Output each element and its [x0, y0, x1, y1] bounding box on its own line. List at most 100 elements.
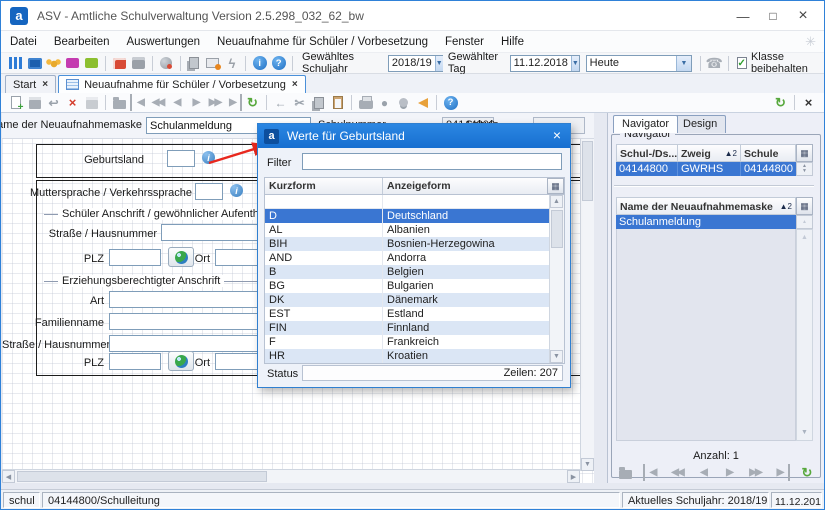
tab-navigator[interactable]: Navigator — [613, 115, 678, 133]
reload-module-icon[interactable]: ↻ — [772, 94, 789, 111]
table-row[interactable]: HRKroatien — [265, 349, 549, 363]
menu-auswertungen[interactable]: Auswertungen — [126, 36, 200, 48]
chevron-down-icon[interactable]: ▼ — [676, 56, 691, 71]
table-row-selected[interactable]: DDeutschland — [265, 209, 549, 223]
column-header-schul-ds[interactable]: Schul-/Ds...▲1 — [616, 144, 678, 162]
table-row[interactable]: BGBulgarien — [265, 279, 549, 293]
table-row[interactable]: DKDänemark — [265, 293, 549, 307]
form-vertical-scrollbar[interactable]: ▼ — [580, 139, 594, 471]
phone-icon[interactable]: ☎ — [706, 55, 723, 72]
classes-module-icon[interactable] — [26, 55, 43, 72]
help-toolbar-icon[interactable]: ? — [270, 55, 287, 72]
geburtsland-input[interactable] — [167, 150, 195, 167]
table-row[interactable] — [265, 195, 549, 209]
column-header-maskname[interactable]: Name der Neuaufnahmemaske▲2 — [616, 197, 796, 215]
scroll-down-icon[interactable]: ▼ — [798, 426, 811, 439]
refresh-icon[interactable]: ↻ — [244, 94, 261, 111]
table-row[interactable]: BBelgien — [265, 265, 549, 279]
day-mode-select[interactable]: Heute ▼ — [586, 55, 692, 72]
form-horizontal-scrollbar[interactable]: ◀ ▶ — [2, 469, 580, 483]
close-tab-icon[interactable]: × — [292, 79, 298, 90]
column-header-schule[interactable]: Schule — [741, 144, 796, 162]
paste-icon[interactable] — [329, 94, 346, 111]
menu-fenster[interactable]: Fenster — [445, 36, 484, 48]
students-module-icon[interactable] — [7, 55, 24, 72]
column-header-anzeigeform[interactable]: Anzeigeform — [383, 178, 547, 194]
delete-record-icon[interactable]: × — [64, 94, 81, 111]
keep-class-checkbox[interactable]: ✓ Klasse beibehalten — [737, 51, 824, 75]
tab-start[interactable]: Start × — [5, 75, 56, 93]
copy-window-icon[interactable] — [185, 55, 202, 72]
close-tab-icon[interactable]: × — [42, 79, 48, 90]
record-indicator-icon[interactable]: ● — [376, 94, 393, 111]
folder-icon[interactable] — [617, 464, 634, 481]
next-record-icon[interactable]: ▶ — [721, 464, 738, 481]
fast-back-icon[interactable]: ◀◀ — [669, 464, 686, 481]
save-all-icon[interactable] — [83, 94, 100, 111]
back-navigation-icon[interactable]: ← — [272, 94, 289, 111]
menu-hilfe[interactable]: Hilfe — [501, 36, 524, 48]
close-pane-icon[interactable]: × — [800, 94, 817, 111]
scroll-left-icon[interactable]: ◀ — [2, 470, 15, 483]
minimize-button[interactable]: — — [728, 1, 758, 31]
table-row[interactable]: FINFinnland — [265, 321, 549, 335]
chevron-down-icon[interactable]: ▼ — [571, 56, 579, 71]
geburtsland-info-icon[interactable]: i — [202, 151, 215, 164]
day-select[interactable]: 11.12.2018 ▼ — [510, 55, 580, 72]
print-icon[interactable] — [357, 94, 374, 111]
globe-sync-icon[interactable] — [158, 55, 175, 72]
announcement-icon[interactable] — [414, 94, 431, 111]
column-header-zweig[interactable]: Zweig▲2 — [678, 144, 741, 162]
report-module-icon[interactable] — [111, 55, 128, 72]
table-row[interactable]: ESTEstland — [265, 307, 549, 321]
scroll-up-icon[interactable]: ▲ — [798, 231, 811, 244]
column-settings-button[interactable]: ▦ — [796, 197, 813, 215]
next-record-icon[interactable]: ▶ — [187, 94, 204, 111]
table-scroll-spinner[interactable]: ▲ — [796, 215, 813, 229]
chat-module-icon[interactable] — [83, 55, 100, 72]
cut-icon[interactable]: ✂ — [291, 94, 308, 111]
info-toolbar-icon[interactable]: i — [251, 55, 268, 72]
table-row[interactable]: ALAlbanien — [265, 223, 549, 237]
first-record-icon[interactable]: ◀ — [130, 94, 147, 111]
column-header-kurzform[interactable]: Kurzform — [265, 178, 383, 194]
save-icon[interactable] — [26, 94, 43, 111]
muttersprache-info-icon[interactable]: i — [230, 184, 243, 197]
scroll-down-icon[interactable]: ▼ — [581, 458, 594, 471]
refresh-icon[interactable]: ↻ — [799, 464, 816, 481]
school-year-select[interactable]: 2018/19 ▼ — [388, 55, 443, 72]
muttersprache-input[interactable] — [195, 183, 223, 200]
first-record-icon[interactable]: ◀ — [643, 464, 660, 481]
folder-icon[interactable] — [111, 94, 128, 111]
scroll-right-icon[interactable]: ▶ — [567, 470, 580, 483]
hint-icon[interactable] — [395, 94, 412, 111]
maximize-button[interactable]: □ — [758, 1, 788, 31]
dialog-close-icon[interactable]: × — [553, 127, 561, 143]
table-row[interactable]: FFrankreich — [265, 335, 549, 349]
fast-forward-icon[interactable]: ▶▶ — [747, 464, 764, 481]
new-record-icon[interactable] — [7, 94, 24, 111]
mask-row-selected[interactable]: Schulanmeldung — [616, 215, 796, 229]
scroll-up-icon[interactable]: ▲ — [550, 195, 563, 208]
fast-back-icon[interactable]: ◀◀ — [149, 94, 166, 111]
column-settings-button[interactable]: ▦ — [547, 178, 564, 194]
table-row[interactable]: ANDAndorra — [265, 251, 549, 265]
last-record-icon[interactable]: ▶ — [225, 94, 242, 111]
chevron-down-icon[interactable]: ▼ — [435, 56, 443, 71]
teachers-module-icon[interactable] — [45, 55, 62, 72]
table-row[interactable]: BIHBosnien-Herzegowina — [265, 237, 549, 251]
column-settings-button[interactable]: ▦ — [796, 144, 813, 162]
last-record-icon[interactable]: ▶ — [773, 464, 790, 481]
quick-action-icon[interactable]: ϟ — [223, 55, 240, 72]
list-vertical-scrollbar[interactable]: ▲ ▼ — [796, 229, 813, 441]
copy-icon[interactable] — [310, 94, 327, 111]
table-scroll-spinner[interactable]: ▲▼ — [796, 162, 813, 176]
scroll-down-icon[interactable]: ▼ — [550, 350, 563, 363]
menu-datei[interactable]: Datei — [10, 36, 37, 48]
menu-neuaufnahme[interactable]: Neuaufnahme für Schüler / Vorbesetzung — [217, 36, 428, 48]
menu-bearbeiten[interactable]: Bearbeiten — [54, 36, 110, 48]
school-row-selected[interactable]: 04144800 GWRHS 04144800 — [616, 162, 796, 176]
previous-record-icon[interactable]: ◀ — [168, 94, 185, 111]
message-module-icon[interactable] — [64, 55, 81, 72]
previous-record-icon[interactable]: ◀ — [695, 464, 712, 481]
